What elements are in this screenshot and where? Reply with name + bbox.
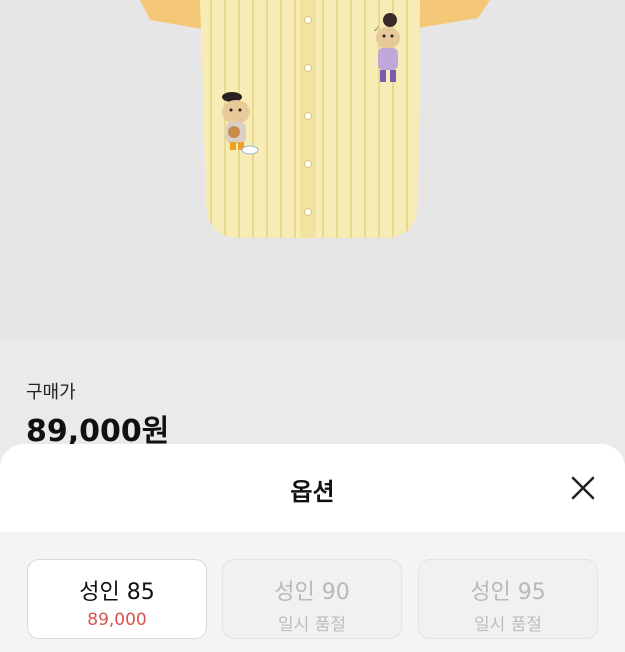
sheet-title: 옵션	[290, 478, 335, 506]
option-adult-95[interactable]: 성인 95 일시 품절	[418, 559, 598, 639]
option-adult-90[interactable]: 성인 90 일시 품절	[222, 559, 402, 639]
svg-text:✓: ✓	[373, 25, 381, 35]
option-name: 성인 85	[79, 580, 155, 605]
option-name: 성인 95	[470, 580, 546, 605]
options-bottom-sheet: 옵션 성인 85 89,000 성인 90 일시 품절 성인 95 일시 품절	[0, 444, 625, 652]
option-soldout-label: 일시 품절	[474, 615, 542, 635]
product-image[interactable]: ✓	[0, 0, 625, 338]
right-sleeve	[415, 0, 490, 28]
close-icon	[571, 476, 595, 500]
price-label: 구매가	[26, 382, 76, 403]
option-price: 89,000	[87, 610, 147, 630]
option-soldout-label: 일시 품절	[278, 615, 346, 635]
sheet-header: 옵션	[0, 444, 625, 532]
option-adult-85[interactable]: 성인 85 89,000	[27, 559, 207, 639]
close-button[interactable]	[569, 474, 597, 502]
options-list: 성인 85 89,000 성인 90 일시 품절 성인 95 일시 품절	[0, 532, 625, 652]
option-name: 성인 90	[274, 580, 350, 605]
left-sleeve	[140, 0, 210, 30]
price-section: 구매가 89,000원	[0, 338, 625, 458]
jersey-illustration: ✓	[140, 0, 490, 238]
